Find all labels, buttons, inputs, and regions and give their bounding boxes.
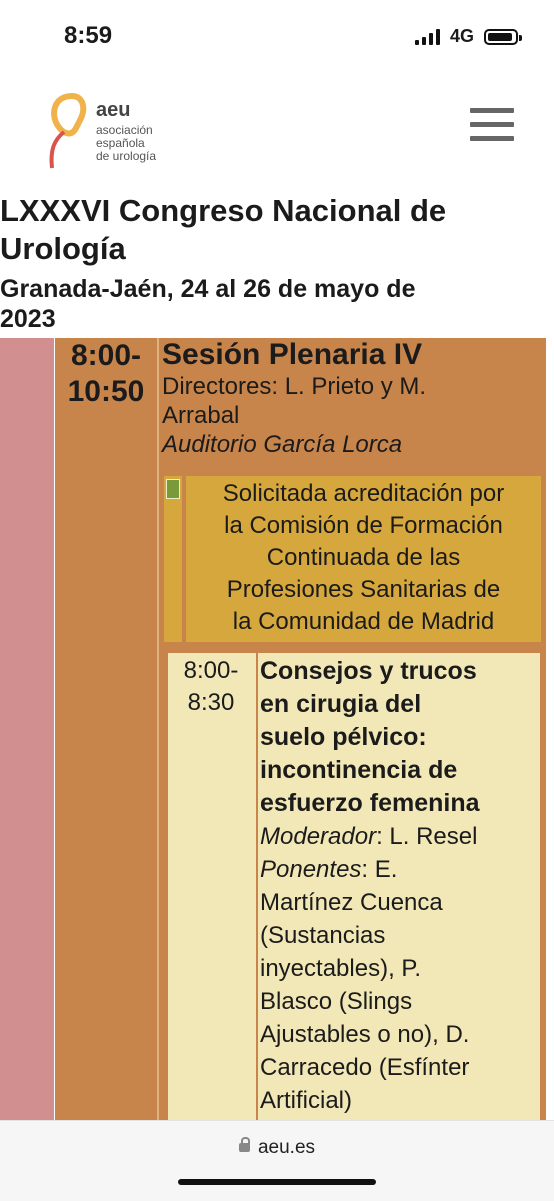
moderator-value: : L. Resel [376,823,478,850]
session-directors-1: Directores: L. Prieto y M. [162,373,427,400]
page-title: LXXXVI Congreso Nacional de Urología [0,192,554,268]
talk-title-line: incontinencia de [260,756,458,784]
accreditation-line: la Comisión de Formación [224,512,503,539]
hamburger-menu-button[interactable] [470,108,514,146]
speaker-line: Carracedo (Esfínter [260,1054,470,1081]
session-time-end: 10:50 [67,375,145,408]
speaker-line: inyectables), P. [260,955,421,982]
logo-brand: aeu [96,99,131,121]
talk-time-start: 8:00- [183,657,239,684]
session-directors-2: Arrabal [162,402,240,429]
network-type: 4G [449,26,474,46]
accreditation-notice: Solicitada acreditación por la Comisión … [164,476,541,642]
speakers-label: Ponentes [260,856,362,883]
talk-title-line: esfuerzo femenina [260,789,480,817]
battery-icon [484,28,522,45]
accreditation-line: Solicitada acreditación por [222,480,505,507]
logo-line-3: de urología [96,149,157,163]
session-time-start: 8:00- [70,339,142,372]
speaker-line: Artificial) [260,1087,353,1114]
status-bar: 8:59 4G [0,0,554,70]
logo-text: aeu asociación española de urología [96,100,156,163]
talk-moderator: Moderador: L. Resel [260,820,538,853]
session-block: 8:00- 10:50 Sesión Plenaria IV Directore… [55,338,546,1120]
aeu-logo[interactable]: aeu asociación española de urología [42,92,192,172]
talk-title-line: Consejos y trucos [260,657,477,685]
speaker-line: Martínez Cuenca [260,889,443,916]
session-location: Auditorio García Lorca [162,431,403,458]
accreditation-line: la Comunidad de Madrid [232,608,495,635]
page-subtitle: Granada-Jaén, 24 al 26 de mayo de 2023 [0,274,554,334]
status-time: 8:59 [64,22,113,49]
accreditation-line: Profesiones Sanitarias de [226,576,501,603]
talk-block: 8:00- 8:30 Consejos y trucos en cirugia … [168,653,540,1120]
session-time: 8:00- 10:50 [55,338,157,410]
talk-divider [256,653,258,1120]
lock-icon [238,1137,250,1152]
speaker-line: (Sustancias [260,922,386,949]
signal-icon [414,28,440,45]
browser-bottom-bar: aeu.es [0,1120,554,1201]
title-line-1: LXXXVI Congreso Nacional de [0,193,447,228]
speaker-line: Blasco (Slings [260,988,413,1015]
status-indicators: 4G [414,26,522,47]
subtitle-line-1: Granada-Jaén, 24 al 26 de mayo de [0,275,416,303]
talk-title-line: suelo pélvico: [260,723,427,751]
talk-content: Consejos y trucos en cirugia del suelo p… [260,653,538,1117]
session-content: Sesión Plenaria IV Directores: L. Prieto… [162,338,542,459]
subtitle-line-2: 2023 [0,305,56,333]
accreditation-icon [166,479,180,499]
accreditation-badge [164,476,182,642]
session-title: Sesión Plenaria IV [162,338,423,371]
talk-speakers: Ponentes: E. [260,853,538,886]
talk-title: Consejos y trucos en cirugia del suelo p… [260,653,538,820]
speaker-line: Ajustables o no), D. [260,1021,470,1048]
address-bar[interactable]: aeu.es [0,1137,554,1159]
talk-time-end: 8:30 [187,689,235,716]
session-divider [157,338,159,1120]
accreditation-text: Solicitada acreditación por la Comisión … [186,476,541,642]
talk-title-line: en cirugia del [260,690,422,718]
day-column [0,338,54,1120]
speakers-value: : E. [361,856,398,883]
talk-time: 8:00- 8:30 [168,653,254,719]
accreditation-line: Continuada de las [266,544,461,571]
kidney-logo-icon [49,92,87,169]
url-text: aeu.es [257,1137,316,1158]
title-line-2: Urología [0,231,126,266]
moderator-label: Moderador [260,823,377,850]
home-indicator[interactable] [178,1179,376,1185]
